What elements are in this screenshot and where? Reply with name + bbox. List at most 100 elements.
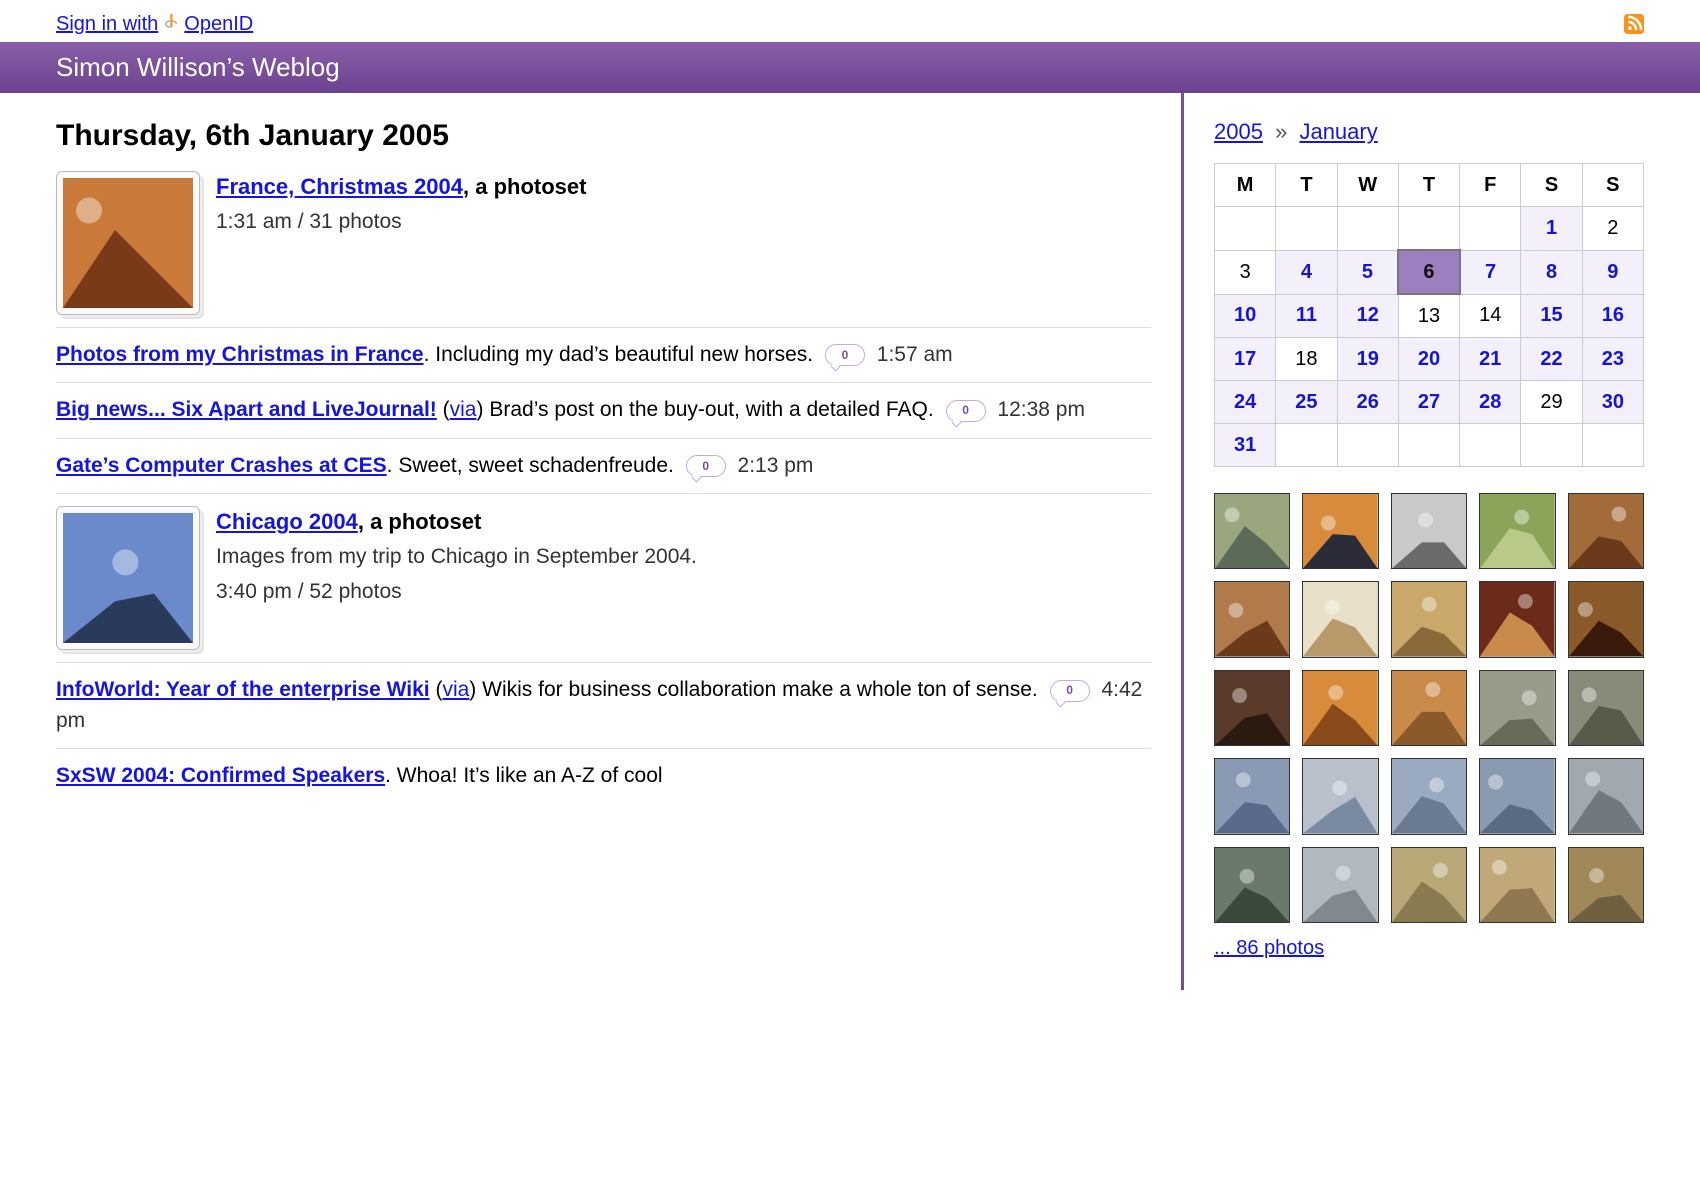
cal-day-header: W — [1337, 164, 1398, 207]
photo-thumb[interactable] — [1568, 847, 1644, 923]
cal-cell — [1337, 207, 1398, 251]
photoset-meta: 1:31 am / 31 photos — [56, 207, 1151, 237]
site-header: Simon Willison’s Weblog — [0, 42, 1700, 93]
cal-cell — [1460, 207, 1521, 251]
via-link[interactable]: via — [450, 398, 477, 421]
breadcrumb: 2005 » January — [1214, 119, 1644, 145]
cal-cell[interactable]: 7 — [1460, 250, 1521, 294]
comment-bubble[interactable]: 0 — [1050, 680, 1090, 702]
photo-thumb[interactable] — [1302, 493, 1378, 569]
cal-cell[interactable]: 11 — [1276, 294, 1337, 338]
entry: Big news... Six Apart and LiveJournal! (… — [56, 382, 1151, 437]
cal-cell[interactable]: 1 — [1521, 207, 1582, 251]
cal-cell[interactable]: 15 — [1521, 294, 1582, 338]
photo-thumb[interactable] — [1302, 670, 1378, 746]
cal-cell[interactable]: 30 — [1582, 381, 1643, 424]
cal-day-header: T — [1276, 164, 1337, 207]
crumb-year[interactable]: 2005 — [1214, 119, 1263, 144]
cal-cell[interactable]: 24 — [1215, 381, 1276, 424]
photos-more-link[interactable]: ... 86 photos — [1214, 937, 1324, 959]
cal-cell[interactable]: 27 — [1398, 381, 1459, 424]
comment-bubble[interactable]: 0 — [825, 344, 865, 366]
photo-thumb[interactable] — [1391, 758, 1467, 834]
photo-thumb[interactable] — [1302, 847, 1378, 923]
photo-thumb[interactable] — [1214, 847, 1290, 923]
photo-thumb[interactable] — [1391, 847, 1467, 923]
photo-thumb[interactable] — [1214, 758, 1290, 834]
entry-time: 1:57 am — [877, 343, 953, 366]
cal-cell[interactable]: 8 — [1521, 250, 1582, 294]
cal-cell[interactable]: 21 — [1460, 338, 1521, 381]
cal-cell: 29 — [1521, 381, 1582, 424]
cal-cell[interactable]: 26 — [1337, 381, 1398, 424]
cal-cell: 13 — [1398, 294, 1459, 338]
photo-thumb[interactable] — [1568, 581, 1644, 657]
cal-cell[interactable]: 16 — [1582, 294, 1643, 338]
rss-link[interactable] — [1624, 14, 1644, 34]
cal-day-header: M — [1215, 164, 1276, 207]
photo-thumb[interactable] — [1391, 670, 1467, 746]
entry-body: . Including my dad’s beautiful new horse… — [424, 343, 814, 366]
comment-bubble[interactable]: 0 — [686, 455, 726, 477]
photo-thumb[interactable] — [1479, 581, 1555, 657]
cal-cell[interactable]: 23 — [1582, 338, 1643, 381]
photo-thumb[interactable] — [1214, 581, 1290, 657]
site-title: Simon Willison’s Weblog — [56, 52, 340, 82]
entry-body: . Sweet, sweet schadenfreude. — [387, 454, 674, 477]
photo-thumb[interactable] — [1391, 581, 1467, 657]
photo-thumb-grid — [1214, 493, 1644, 923]
photo-thumb[interactable] — [1479, 493, 1555, 569]
crumb-month[interactable]: January — [1299, 119, 1377, 144]
entry: SxSW 2004: Confirmed Speakers. Whoa! It’… — [56, 748, 1151, 803]
via-link[interactable]: via — [442, 678, 469, 701]
cal-cell[interactable]: 5 — [1337, 250, 1398, 294]
cal-cell[interactable]: 4 — [1276, 250, 1337, 294]
signin-openid-link[interactable]: Sign in with OpenID — [56, 12, 253, 36]
cal-cell — [1398, 207, 1459, 251]
photo-thumb[interactable] — [1479, 847, 1555, 923]
photo-thumb[interactable] — [1214, 670, 1290, 746]
photoset-thumb[interactable] — [56, 506, 200, 650]
entry-title-link[interactable]: Gate’s Computer Crashes at CES — [56, 454, 387, 477]
cal-cell — [1215, 207, 1276, 251]
photoset-thumb[interactable] — [56, 171, 200, 315]
openid-icon — [162, 12, 180, 36]
entry-title-link[interactable]: Big news... Six Apart and LiveJournal! — [56, 398, 437, 421]
sidebar: 2005 » January MTWTFSS 12345678910111213… — [1181, 93, 1700, 990]
cal-cell[interactable]: 12 — [1337, 294, 1398, 338]
photo-thumb[interactable] — [1391, 493, 1467, 569]
photoset-meta: 3:40 pm / 52 photos — [56, 577, 1151, 607]
photo-thumb[interactable] — [1302, 758, 1378, 834]
cal-cell[interactable]: 20 — [1398, 338, 1459, 381]
photo-thumb[interactable] — [1302, 581, 1378, 657]
cal-cell[interactable]: 22 — [1521, 338, 1582, 381]
cal-cell[interactable]: 25 — [1276, 381, 1337, 424]
entry: Gate’s Computer Crashes at CES. Sweet, s… — [56, 438, 1151, 493]
photo-thumb[interactable] — [1214, 493, 1290, 569]
cal-cell[interactable]: 9 — [1582, 250, 1643, 294]
cal-cell: 2 — [1582, 207, 1643, 251]
photo-thumb[interactable] — [1568, 670, 1644, 746]
photo-thumb[interactable] — [1479, 670, 1555, 746]
cal-cell: 3 — [1215, 250, 1276, 294]
entry-title-link[interactable]: Photos from my Christmas in France — [56, 343, 424, 366]
photo-thumb[interactable] — [1479, 758, 1555, 834]
entry-title-link[interactable]: InfoWorld: Year of the enterprise Wiki — [56, 678, 430, 701]
comment-bubble[interactable]: 0 — [946, 400, 986, 422]
cal-cell[interactable]: 19 — [1337, 338, 1398, 381]
cal-cell: 14 — [1460, 294, 1521, 338]
cal-cell — [1582, 424, 1643, 467]
photoset-title-link[interactable]: France, Christmas 2004 — [216, 174, 463, 199]
crumb-sep: » — [1275, 119, 1287, 144]
cal-day-header: S — [1521, 164, 1582, 207]
entry-title-link[interactable]: SxSW 2004: Confirmed Speakers — [56, 764, 385, 787]
cal-cell — [1460, 424, 1521, 467]
cal-cell[interactable]: 28 — [1460, 381, 1521, 424]
photoset-title-link[interactable]: Chicago 2004 — [216, 509, 358, 534]
photo-thumb[interactable] — [1568, 758, 1644, 834]
cal-cell[interactable]: 6 — [1398, 250, 1459, 294]
cal-cell[interactable]: 31 — [1215, 424, 1276, 467]
photo-thumb[interactable] — [1568, 493, 1644, 569]
cal-cell[interactable]: 17 — [1215, 338, 1276, 381]
cal-cell[interactable]: 10 — [1215, 294, 1276, 338]
